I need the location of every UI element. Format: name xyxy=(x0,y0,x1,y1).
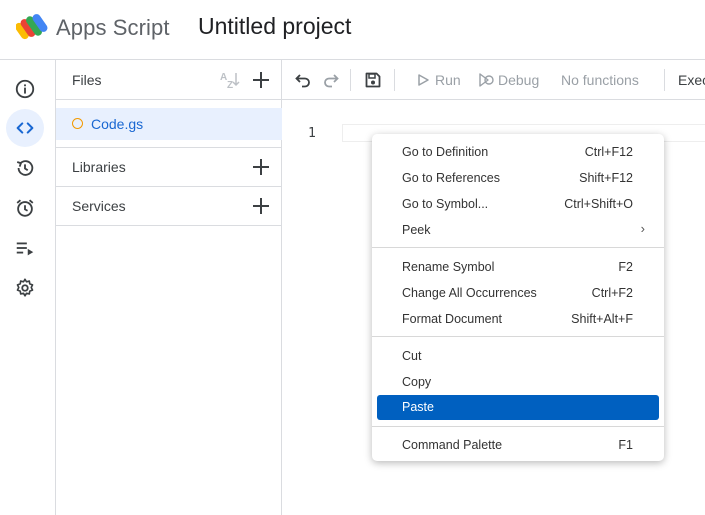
context-menu: Go to Definition Ctrl+F12 Go to Referenc… xyxy=(372,134,664,461)
triggers-button[interactable] xyxy=(6,189,44,227)
executions-list-button[interactable] xyxy=(6,229,44,267)
undo-button[interactable] xyxy=(294,60,312,100)
file-status-icon xyxy=(72,118,83,129)
chevron-right-icon: › xyxy=(640,221,645,236)
menu-item-paste[interactable]: Paste xyxy=(377,395,659,420)
debug-label: Debug xyxy=(498,72,540,88)
executions-button[interactable] xyxy=(6,149,44,187)
menu-item-label: Go to Symbol... xyxy=(402,197,489,211)
editor-toolbar: Run Debug No functions Exec xyxy=(282,60,705,100)
menu-item-change-all-occurrences[interactable]: Change All Occurrences Ctrl+F2 xyxy=(377,281,659,305)
add-library-button[interactable] xyxy=(249,155,273,179)
undo-icon xyxy=(295,74,310,88)
menu-separator xyxy=(372,247,664,248)
menu-item-go-to-definition[interactable]: Go to Definition Ctrl+F12 xyxy=(377,140,659,164)
menu-item-label: Rename Symbol xyxy=(402,260,495,274)
overview-button[interactable] xyxy=(6,70,44,108)
alarm-icon xyxy=(16,199,34,217)
apps-script-logo[interactable] xyxy=(16,13,50,41)
files-title: Files xyxy=(72,72,102,88)
save-button[interactable] xyxy=(364,60,382,100)
menu-item-format-document[interactable]: Format Document Shift+Alt+F xyxy=(377,307,659,331)
file-list: Code.gs xyxy=(56,100,282,148)
menu-item-label: Format Document xyxy=(402,312,503,326)
menu-item-shortcut: Shift+F12 xyxy=(579,171,633,185)
editor-button[interactable] xyxy=(6,109,44,147)
plus-icon xyxy=(253,72,269,88)
left-nav-rail xyxy=(0,60,56,515)
menu-item-shortcut: Ctrl+F2 xyxy=(591,286,633,300)
add-service-button[interactable] xyxy=(249,194,273,218)
execution-log-button[interactable]: Exec xyxy=(678,60,705,100)
svg-text:Z: Z xyxy=(227,80,233,90)
executions-list-icon xyxy=(16,242,34,256)
menu-item-label: Change All Occurrences xyxy=(402,286,537,300)
menu-item-label: Peek xyxy=(402,223,431,237)
menu-item-shortcut: Ctrl+F12 xyxy=(584,145,633,159)
toolbar-divider xyxy=(394,69,395,91)
menu-item-label: Cut xyxy=(402,349,422,363)
save-icon xyxy=(365,72,381,88)
top-bar: Apps Script Untitled project xyxy=(0,0,705,60)
function-select[interactable]: No functions xyxy=(561,60,639,100)
menu-item-command-palette[interactable]: Command Palette F1 xyxy=(377,433,659,457)
add-file-button[interactable] xyxy=(249,68,273,92)
menu-item-shortcut: Ctrl+Shift+O xyxy=(564,197,633,211)
toolbar-divider xyxy=(664,69,665,91)
menu-item-shortcut: F1 xyxy=(618,438,633,452)
play-icon xyxy=(418,74,429,86)
app-name[interactable]: Apps Script xyxy=(56,15,170,41)
menu-item-label: Command Palette xyxy=(402,438,503,452)
menu-item-peek[interactable]: Peek › xyxy=(377,218,659,242)
files-panel: Files A Z Code.gs Libraries Services xyxy=(56,60,282,515)
libraries-title: Libraries xyxy=(72,159,126,175)
file-name: Code.gs xyxy=(91,116,144,132)
menu-separator xyxy=(372,426,664,427)
debug-icon xyxy=(479,73,494,87)
line-number: 1 xyxy=(308,126,316,141)
toolbar-divider xyxy=(350,69,351,91)
file-item-code-gs[interactable]: Code.gs xyxy=(56,108,282,140)
services-title: Services xyxy=(72,198,126,214)
run-button[interactable]: Run xyxy=(416,60,461,100)
plus-icon xyxy=(253,198,269,214)
menu-item-shortcut: Shift+Alt+F xyxy=(571,312,633,326)
project-title[interactable]: Untitled project xyxy=(198,13,351,40)
info-icon xyxy=(15,79,35,99)
menu-item-go-to-references[interactable]: Go to References Shift+F12 xyxy=(377,166,659,190)
gear-icon xyxy=(16,278,34,297)
menu-item-label: Go to Definition xyxy=(402,145,489,159)
debug-button[interactable]: Debug xyxy=(478,60,539,100)
menu-item-copy[interactable]: Copy xyxy=(377,370,659,394)
menu-item-go-to-symbol[interactable]: Go to Symbol... Ctrl+Shift+O xyxy=(377,192,659,216)
redo-button[interactable] xyxy=(322,60,340,100)
menu-separator xyxy=(372,336,664,337)
execution-log-label: Exec xyxy=(678,72,705,88)
redo-icon xyxy=(324,74,339,88)
menu-item-cut[interactable]: Cut xyxy=(377,344,659,368)
history-icon xyxy=(16,160,34,176)
plus-icon xyxy=(253,159,269,175)
files-header: Files A Z xyxy=(56,60,282,100)
menu-item-rename-symbol[interactable]: Rename Symbol F2 xyxy=(377,255,659,279)
project-settings-button[interactable] xyxy=(6,269,44,307)
services-section[interactable]: Services xyxy=(56,187,282,226)
function-select-value: No functions xyxy=(561,72,639,88)
menu-item-shortcut: F2 xyxy=(618,260,633,274)
code-icon xyxy=(16,122,34,134)
libraries-section[interactable]: Libraries xyxy=(56,148,282,187)
sort-files-button[interactable]: A Z xyxy=(218,68,242,92)
menu-item-label: Copy xyxy=(402,375,432,389)
menu-item-label: Paste xyxy=(402,400,434,414)
menu-item-label: Go to References xyxy=(402,171,500,185)
sort-az-icon: A Z xyxy=(220,72,240,90)
run-label: Run xyxy=(435,72,461,88)
